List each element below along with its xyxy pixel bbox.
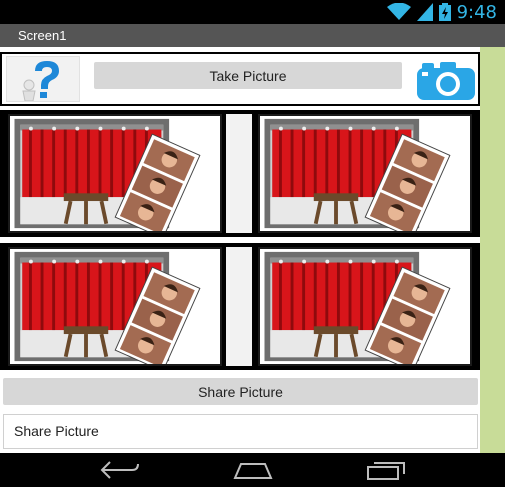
row-separator [226,114,252,233]
photo-row-2 [0,243,480,370]
photo-row-1 [0,110,480,237]
top-row-inner: Take Picture [2,54,478,104]
photo-booth-image[interactable] [258,247,472,366]
photo-booth-image[interactable] [258,114,472,233]
screen-content: Take Picture Share Picture Share Picture [0,47,480,453]
back-icon[interactable] [98,459,142,481]
top-row: Take Picture [0,52,480,106]
screen-title: Screen1 [18,28,67,43]
share-picture-button[interactable]: Share Picture [3,378,478,405]
recent-apps-icon[interactable] [364,459,408,481]
battery-icon [438,3,451,21]
share-picture-field[interactable]: Share Picture [3,414,478,449]
status-bar: 9:48 [0,0,505,24]
help-question-icon[interactable] [6,56,80,102]
title-bar: Screen1 [0,24,505,47]
signal-icon [416,3,433,21]
wifi-icon [386,3,411,21]
clock: 9:48 [456,1,497,23]
camera-icon[interactable] [414,58,478,102]
home-icon[interactable] [231,459,275,481]
side-strip [480,47,505,453]
photo-booth-image[interactable] [8,247,222,366]
status-icons: 9:48 [386,0,497,24]
navigation-bar [0,453,505,487]
photo-booth-image[interactable] [8,114,222,233]
take-picture-button[interactable]: Take Picture [94,62,402,89]
row-separator [226,247,252,366]
